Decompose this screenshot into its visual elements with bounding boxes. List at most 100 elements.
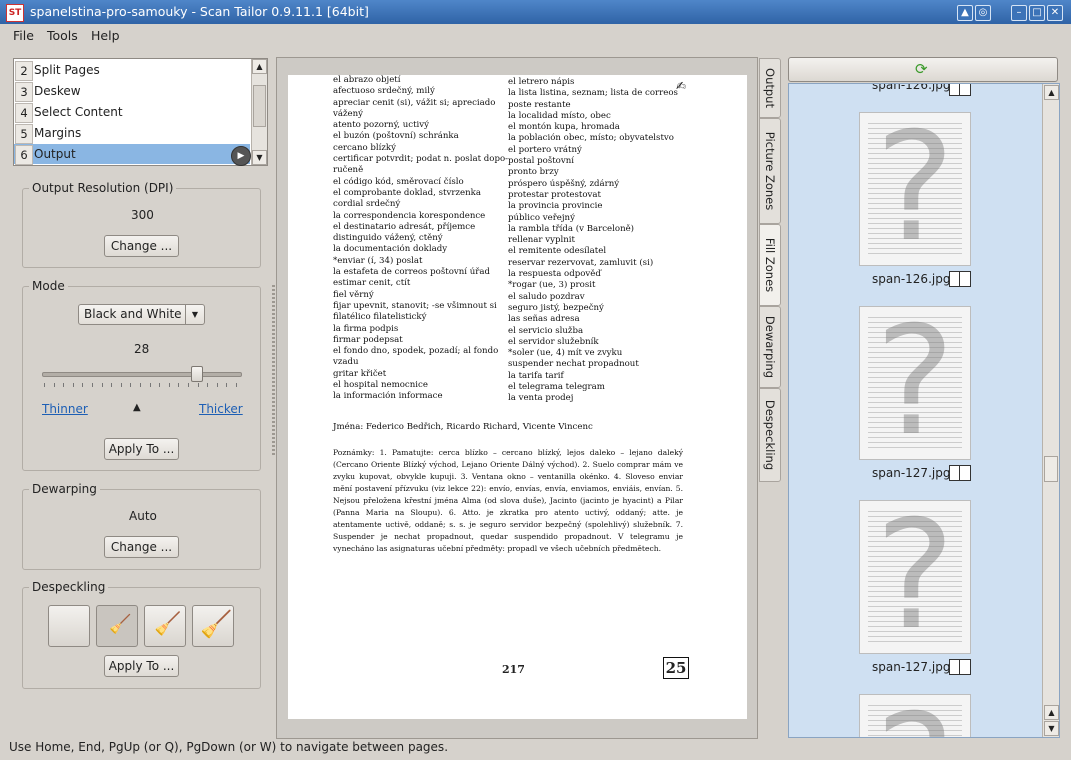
tab-label: Fill Zones xyxy=(763,237,777,293)
page-layout-icon xyxy=(949,659,971,675)
vocab-line: gritar křičet xyxy=(333,368,387,379)
menu-help[interactable]: Help xyxy=(91,28,120,43)
shade-icon[interactable]: ◎ xyxy=(975,5,991,21)
tab-dewarping[interactable]: Dewarping xyxy=(759,306,781,388)
vocab-line: la venta prodej xyxy=(508,393,574,404)
slider-tick xyxy=(111,383,113,387)
despeckle-cautious-button[interactable]: 🧹 xyxy=(96,605,138,647)
tab-output[interactable]: Output xyxy=(759,58,781,118)
question-mark-icon: ? xyxy=(860,695,970,737)
play-icon[interactable]: ▶ xyxy=(231,146,251,166)
stage-item-split-pages[interactable]: 2 Split Pages xyxy=(14,60,250,81)
change-dpi-button[interactable]: Change ... xyxy=(104,235,179,257)
menu-tools[interactable]: Tools xyxy=(47,28,78,43)
menu-file[interactable]: File xyxy=(13,28,34,43)
tab-label: Despeckling xyxy=(763,399,777,471)
stage-item-select-content[interactable]: 4 Select Content xyxy=(14,102,250,123)
despeckle-normal-button[interactable]: 🧹 xyxy=(144,605,186,647)
vocab-line: postal poštovní xyxy=(508,156,574,167)
threshold-value: 28 xyxy=(134,342,150,356)
broom-large-icon: 🧹 xyxy=(200,610,233,640)
thumb-label: span-127.jpg xyxy=(872,466,951,480)
vocab-line: seguro jistý, bezpečný xyxy=(508,302,604,313)
scroll-down-icon[interactable]: ▼ xyxy=(1044,721,1059,736)
vocab-line: *soler (ue, 4) mít ve zvyku xyxy=(508,348,623,359)
vocab-line: el buzón (poštovní) schránka xyxy=(333,131,459,142)
vocab-line: el letrero nápis xyxy=(508,77,575,87)
change-dewarping-button[interactable]: Change ... xyxy=(104,536,179,558)
maximize-button[interactable]: □ xyxy=(1029,5,1045,21)
apply-despeckling-button[interactable]: Apply To ... xyxy=(104,655,179,677)
slider-tick xyxy=(72,383,74,387)
tab-label: Output xyxy=(763,68,777,108)
despeckle-aggressive-button[interactable]: 🧹 xyxy=(192,605,234,647)
scroll-up-icon[interactable]: ▲ xyxy=(252,59,267,74)
vocab-line: rellenar vyplnit xyxy=(508,235,575,246)
lesson-number: 25 xyxy=(663,657,689,679)
despeckle-off-button[interactable] xyxy=(48,605,90,647)
vocab-line: vzadu xyxy=(333,357,359,368)
scroll-down-icon[interactable]: ▼ xyxy=(252,150,267,165)
stage-item-output[interactable]: 6 Output xyxy=(14,144,250,165)
vocab-line: suspender nechat propadnout xyxy=(508,359,639,370)
tab-picture-zones[interactable]: Picture Zones xyxy=(759,118,781,224)
threshold-slider[interactable] xyxy=(42,365,242,387)
thumbnail-list[interactable]: span-126.jpg ? span-126.jpg ? span-127.j… xyxy=(788,83,1060,738)
vocab-line: protestar protestovat xyxy=(508,189,601,200)
vocab-line: fijar upevnit, stanovit; -se všimnout si xyxy=(333,300,497,311)
scroll-thumb[interactable] xyxy=(253,85,266,127)
thumbnail-image[interactable]: ? xyxy=(859,500,971,654)
status-text: Use Home, End, PgUp (or Q), PgDown (or W… xyxy=(9,740,449,754)
vocab-line: la población obec, místo; obyvatelstvo xyxy=(508,133,674,144)
group-title: Despeckling xyxy=(32,580,106,594)
keep-above-icon[interactable]: ▲ xyxy=(957,5,973,21)
vocab-line: la correspondencia korespondence xyxy=(333,210,486,221)
output-page[interactable]: el abrazo objetí afectuoso srdečný, milý a… xyxy=(288,75,747,719)
vocab-line: el telegrama telegram xyxy=(508,382,605,393)
mode-select[interactable]: Black and White ▼ xyxy=(78,304,205,325)
group-title: Dewarping xyxy=(32,482,97,496)
stage-label: Select Content xyxy=(34,105,123,119)
vocab-line: ručeně xyxy=(333,165,364,176)
thumbnail-image[interactable]: ? xyxy=(859,112,971,266)
thumbnail-scrollbar[interactable]: ▲ ▲ ▼ xyxy=(1042,84,1059,737)
stage-number: 6 xyxy=(15,145,33,165)
minimize-button[interactable]: – xyxy=(1011,5,1027,21)
pen-icon: ✍ xyxy=(676,79,687,93)
stage-item-margins[interactable]: 5 Margins xyxy=(14,123,250,144)
slider-tick xyxy=(178,383,180,387)
slider-tick xyxy=(140,383,141,387)
thicker-link[interactable]: Thicker xyxy=(199,402,243,416)
stage-list-scrollbar[interactable]: ▲ ▼ xyxy=(251,59,267,165)
slider-tick xyxy=(149,383,151,387)
scroll-thumb[interactable] xyxy=(1044,456,1058,482)
vocab-line: fiel věrný xyxy=(333,289,374,300)
page-number: 217 xyxy=(502,663,525,676)
vocab-line: la información informace xyxy=(333,391,443,402)
thumbnail-view-button[interactable]: ⟳ xyxy=(788,57,1058,82)
slider-handle[interactable] xyxy=(190,366,203,382)
apply-mode-button[interactable]: Apply To ... xyxy=(104,438,179,460)
vocab-line: atento pozorný, uctivý xyxy=(333,120,430,131)
tab-despeckling[interactable]: Despeckling xyxy=(759,388,781,482)
vocab-line: el abrazo objetí xyxy=(333,75,401,85)
stage-item-deskew[interactable]: 3 Deskew xyxy=(14,81,250,102)
vocab-line: filatélico filatelistický xyxy=(333,312,427,323)
thumbnail-image[interactable]: ? xyxy=(859,694,971,737)
vocab-line: próspero úspěšný, zdárný xyxy=(508,178,620,189)
question-mark-icon: ? xyxy=(875,112,955,266)
thumb-label: span-127.jpg xyxy=(872,660,951,674)
scroll-up-icon[interactable]: ▲ xyxy=(1044,705,1059,720)
slider-tick xyxy=(101,383,103,387)
close-button[interactable]: ✕ xyxy=(1047,5,1063,21)
scroll-up-icon[interactable]: ▲ xyxy=(1044,85,1059,100)
tab-fill-zones[interactable]: Fill Zones xyxy=(759,224,781,306)
thumb-label: span-126.jpg xyxy=(872,272,951,286)
vocab-line: el comprobante doklad, stvrzenka xyxy=(333,187,481,198)
thinner-link[interactable]: Thinner xyxy=(42,402,88,416)
stage-number: 5 xyxy=(15,124,33,144)
slider-track xyxy=(42,372,242,377)
thumbnail-image[interactable]: ? xyxy=(859,306,971,460)
panel-splitter[interactable] xyxy=(272,285,275,455)
vocab-line: el servicio služba xyxy=(508,325,584,336)
